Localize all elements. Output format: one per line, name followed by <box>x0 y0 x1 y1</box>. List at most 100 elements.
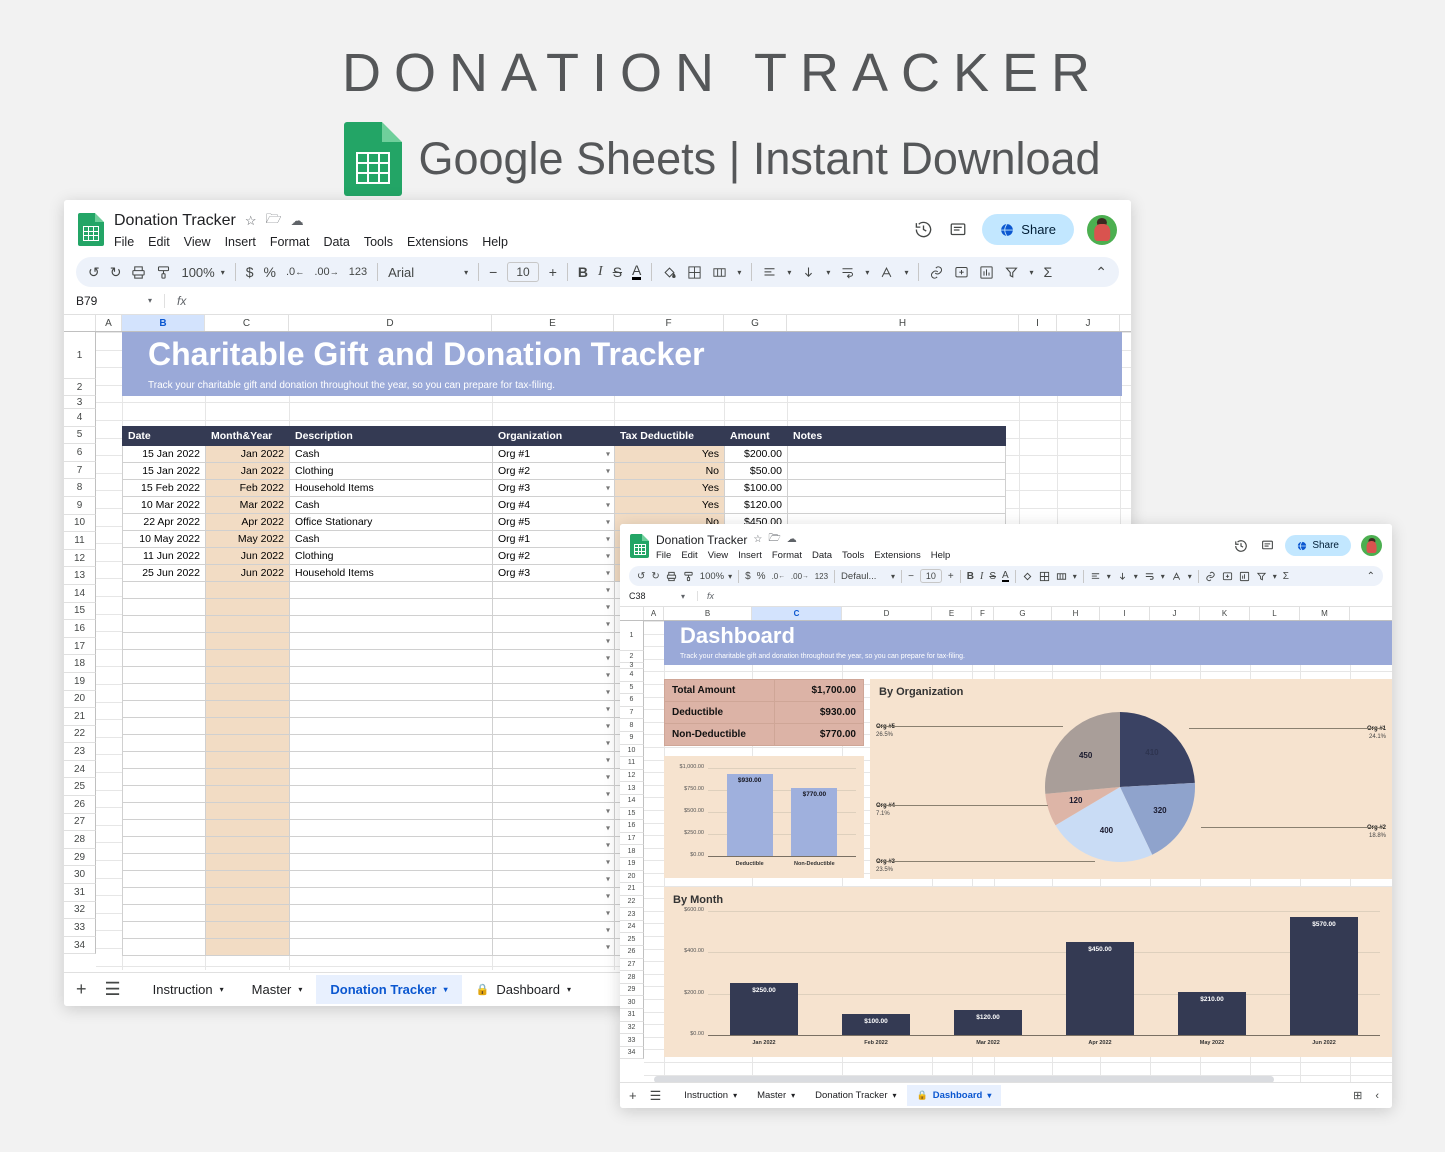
undo-icon[interactable]: ↺ <box>637 571 645 582</box>
move-to-folder-icon[interactable]: 🗁 <box>266 210 282 232</box>
cell-date[interactable]: 11 Jun 2022 <box>123 548 206 565</box>
cell-empty[interactable] <box>290 582 493 599</box>
col-K[interactable]: K <box>1200 607 1250 620</box>
bold-button[interactable]: B <box>578 264 588 280</box>
cell-empty[interactable] <box>290 650 493 667</box>
row-header-5[interactable]: 5 <box>64 427 96 445</box>
chart-by-organization[interactable]: By Organization 410320400120450Org #124.… <box>870 679 1392 879</box>
row-header-33[interactable]: 33 <box>64 919 96 937</box>
row-header-15[interactable]: 15 <box>64 603 96 621</box>
cell-date[interactable]: 25 Jun 2022 <box>123 565 206 582</box>
formula-bar[interactable]: fx <box>164 294 186 308</box>
bold-button[interactable]: B <box>967 571 974 582</box>
cell-empty[interactable] <box>206 871 290 888</box>
menu-extensions[interactable]: Extensions <box>407 235 468 249</box>
cell-empty[interactable] <box>123 854 206 871</box>
cell-empty[interactable] <box>493 735 615 752</box>
decrease-font-size-button[interactable]: − <box>489 264 497 280</box>
name-box[interactable]: C38 <box>629 591 681 601</box>
cell-empty[interactable] <box>206 922 290 939</box>
row-header-18[interactable]: 18 <box>620 845 644 858</box>
cell-month-year[interactable]: Apr 2022 <box>206 514 290 531</box>
cell-empty[interactable] <box>493 905 615 922</box>
row-header-12[interactable]: 12 <box>620 770 644 783</box>
cell-empty[interactable] <box>493 650 615 667</box>
cell-empty[interactable] <box>123 718 206 735</box>
row-header-23[interactable]: 23 <box>620 908 644 921</box>
row-header-27[interactable]: 27 <box>620 959 644 972</box>
increase-font-size-button[interactable]: + <box>549 264 557 280</box>
col-F[interactable]: F <box>972 607 994 620</box>
sheet-tab-dashboard[interactable]: 🔒 Dashboard ▾ <box>907 1085 1002 1106</box>
th-tax-deductible[interactable]: Tax Deductible <box>615 427 725 446</box>
cell-date[interactable]: 15 Feb 2022 <box>123 480 206 497</box>
row-header-1[interactable]: 1 <box>64 332 96 379</box>
table-row[interactable]: 10 Mar 2022Mar 2022CashOrg #4Yes$120.00 <box>123 497 1006 514</box>
cell-empty[interactable] <box>123 939 206 956</box>
cell-empty[interactable] <box>493 701 615 718</box>
row-header-7[interactable]: 7 <box>64 462 96 480</box>
insert-link-icon[interactable] <box>1205 571 1216 582</box>
cell-date[interactable]: 15 Jan 2022 <box>123 463 206 480</box>
cell-date[interactable]: 15 Jan 2022 <box>123 446 206 463</box>
cell-organization[interactable]: Org #2 <box>493 548 615 565</box>
chevron-down-icon[interactable]: ▾ <box>681 592 685 601</box>
col-C[interactable]: C <box>205 315 289 331</box>
cell-tax-deductible[interactable]: No <box>615 463 725 480</box>
row-header-27[interactable]: 27 <box>64 814 96 832</box>
cell-empty[interactable] <box>290 939 493 956</box>
all-sheets-icon[interactable]: ☰ <box>650 1088 662 1104</box>
cell-empty[interactable] <box>206 752 290 769</box>
row-header-22[interactable]: 22 <box>64 726 96 744</box>
row-header-4[interactable]: 4 <box>64 409 96 427</box>
cell-empty[interactable] <box>290 633 493 650</box>
vertical-align-icon[interactable] <box>1117 571 1128 582</box>
expand-icon[interactable]: ‹ <box>1375 1090 1379 1102</box>
cell-date[interactable]: 10 May 2022 <box>123 531 206 548</box>
sheet-tab-dashboard[interactable]: 🔒 Dashboard ▾ <box>462 975 585 1004</box>
row-header-10[interactable]: 10 <box>64 515 96 533</box>
chevron-down-icon[interactable]: ▾ <box>444 985 448 994</box>
fill-color-icon[interactable] <box>662 265 677 280</box>
borders-icon[interactable] <box>687 265 702 280</box>
cell-empty[interactable] <box>206 939 290 956</box>
fill-color-icon[interactable] <box>1022 571 1033 582</box>
filter-icon[interactable] <box>1256 571 1267 582</box>
row-header-25[interactable]: 25 <box>64 778 96 796</box>
menu-format[interactable]: Format <box>270 235 310 249</box>
redo-icon[interactable]: ↻ <box>651 571 659 582</box>
sheet-tab-instruction[interactable]: Instruction ▾ <box>674 1085 747 1106</box>
row-header-34[interactable]: 34 <box>64 937 96 955</box>
row-header-34[interactable]: 34 <box>620 1047 644 1060</box>
row-header-5[interactable]: 5 <box>620 682 644 695</box>
strikethrough-button[interactable]: S <box>989 571 996 582</box>
cell-empty[interactable] <box>290 735 493 752</box>
document-title[interactable]: Donation Tracker <box>656 533 747 547</box>
cell-description[interactable]: Clothing <box>290 463 493 480</box>
cell-tax-deductible[interactable]: Yes <box>615 480 725 497</box>
formula-bar[interactable]: fx <box>697 591 714 601</box>
cell-empty[interactable] <box>123 769 206 786</box>
currency-format-button[interactable]: $ <box>246 264 254 280</box>
cell-empty[interactable] <box>290 616 493 633</box>
chevron-down-icon[interactable]: ▾ <box>1161 572 1165 581</box>
menu-edit[interactable]: Edit <box>681 550 697 561</box>
version-history-icon[interactable] <box>912 219 934 241</box>
decrease-font-size-button[interactable]: − <box>908 571 914 582</box>
row-header-11[interactable]: 11 <box>620 757 644 770</box>
cell-notes[interactable] <box>788 497 1006 514</box>
document-title[interactable]: Donation Tracker <box>114 212 236 230</box>
chevron-down-icon[interactable]: ▾ <box>567 985 571 994</box>
menu-format[interactable]: Format <box>772 550 802 561</box>
cell-empty[interactable] <box>493 769 615 786</box>
menu-view[interactable]: View <box>184 235 211 249</box>
cell-empty[interactable] <box>123 820 206 837</box>
merge-cells-icon[interactable] <box>712 265 727 280</box>
font-select[interactable]: Defaul... <box>841 571 885 582</box>
insert-chart-icon[interactable] <box>979 265 994 280</box>
undo-icon[interactable]: ↺ <box>88 264 100 281</box>
cell-amount[interactable]: $120.00 <box>725 497 788 514</box>
chevron-down-icon[interactable]: ▾ <box>220 985 224 994</box>
merge-cells-icon[interactable] <box>1056 571 1067 582</box>
row-header-30[interactable]: 30 <box>64 866 96 884</box>
